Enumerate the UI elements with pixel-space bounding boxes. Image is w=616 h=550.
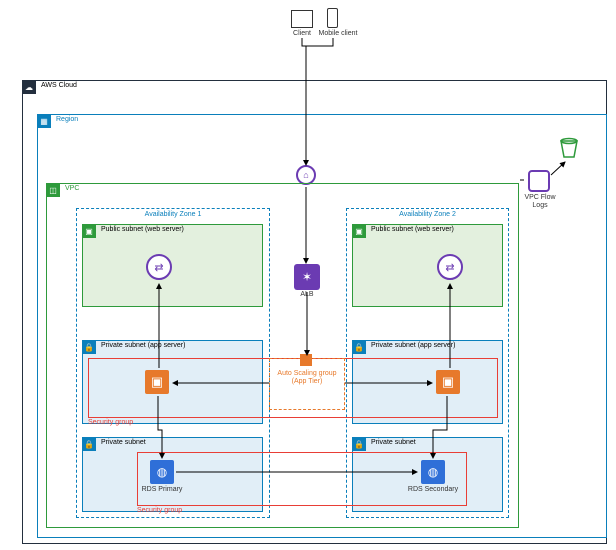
sec2-label: Security group: [137, 507, 197, 515]
vpc-flow-logs-label: VPC Flow Logs: [518, 194, 562, 209]
vpc-label: VPC: [65, 185, 79, 192]
s3-bucket-icon: [558, 137, 580, 159]
az1-ec2-icon: ▣: [145, 370, 169, 394]
asg-label: Auto Scaling group (App Tier): [269, 370, 345, 385]
priv-subnet-icon: 🔒: [82, 340, 96, 354]
az1-public-label: Public subnet (web server): [101, 226, 184, 233]
az2-priv-app-label: Private subnet (app server): [371, 342, 455, 349]
alb-icon: ✶: [294, 264, 320, 290]
rds-secondary-label: RDS Secondary: [406, 486, 460, 494]
az2-public-label: Public subnet (web server): [371, 226, 454, 233]
client-pc-icon: [291, 10, 313, 28]
az2-ec2-icon: ▣: [436, 370, 460, 394]
priv-subnet-icon-2: 🔒: [352, 340, 366, 354]
region-icon: ▦: [37, 114, 51, 128]
aws-cloud-icon: ☁: [22, 80, 36, 94]
client-mobile-icon: [327, 8, 338, 28]
sec1-label: Security group: [88, 419, 148, 427]
aws-cloud-label: AWS Cloud: [41, 82, 77, 89]
az2-public-subnet: ▣ Public subnet (web server): [352, 224, 503, 307]
az1-elb-icon: ⇄: [146, 254, 172, 280]
az1-priv-db-label: Private subnet: [101, 439, 146, 446]
asg-icon: [300, 354, 312, 366]
client-pc-label: Client: [283, 30, 321, 38]
public-subnet-icon-2: ▣: [352, 224, 366, 238]
region-label: Region: [56, 116, 78, 123]
alb-label: ALB: [289, 291, 325, 299]
az2-priv-db-label: Private subnet: [371, 439, 416, 446]
security-group-db: [137, 452, 467, 506]
az2-elb-icon: ⇄: [437, 254, 463, 280]
rds-secondary-icon: ◍: [421, 460, 445, 484]
priv-db-icon: 🔒: [82, 437, 96, 451]
priv-db-icon-2: 🔒: [352, 437, 366, 451]
igw-icon: ⌂: [296, 165, 316, 185]
vpc-flow-logs-icon: [528, 170, 550, 192]
az2-title: Availability Zone 2: [347, 211, 508, 219]
rds-primary-icon: ◍: [150, 460, 174, 484]
vpc-icon: ◫: [46, 183, 60, 197]
az1-title: Availability Zone 1: [77, 211, 269, 219]
az1-public-subnet: ▣ Public subnet (web server): [82, 224, 263, 307]
rds-primary-label: RDS Primary: [135, 486, 189, 494]
az1-priv-app-label: Private subnet (app server): [101, 342, 185, 349]
client-mobile-label: Mobile client: [318, 30, 358, 38]
public-subnet-icon: ▣: [82, 224, 96, 238]
